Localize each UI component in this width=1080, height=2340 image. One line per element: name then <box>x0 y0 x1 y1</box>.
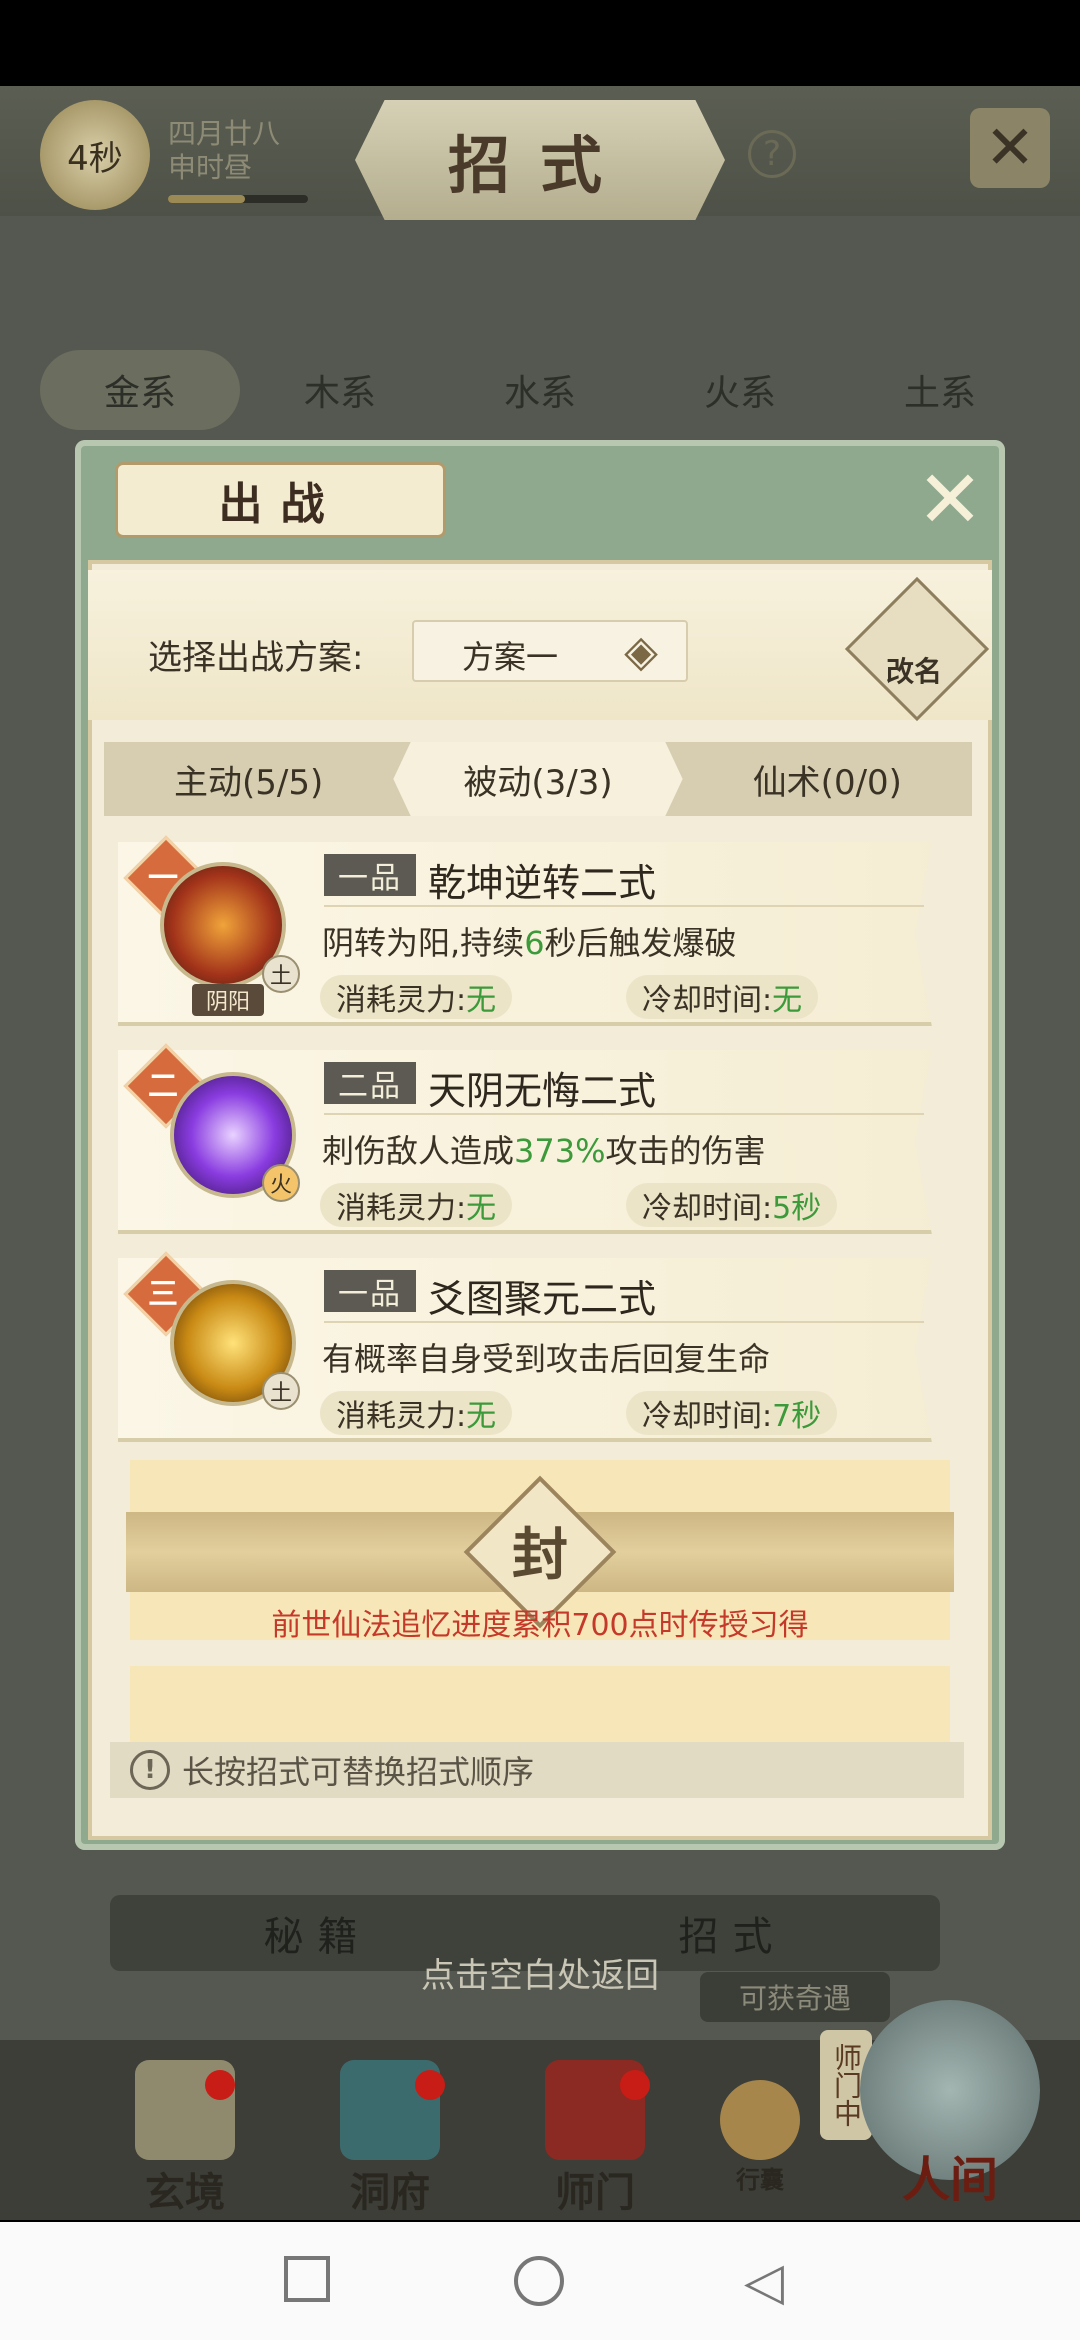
cost-value: 无 <box>466 1191 497 1226</box>
seal-unlock-note: 前世仙法追忆进度累积700点时传授习得 <box>271 1608 809 1643</box>
cooldown-label: 冷却时间: <box>642 983 773 1018</box>
nav-dongfu[interactable]: 洞府 <box>315 2060 465 2216</box>
cooldown-value: 5秒 <box>772 1191 822 1226</box>
tab-active-skills[interactable]: 主动(5/5) <box>104 742 393 816</box>
time-progress-fill <box>168 195 245 203</box>
chevron-down-icon[interactable]: ◈ <box>612 622 670 680</box>
skill-tabs: 主动(5/5) 被动(3/3) 仙术(0/0) <box>104 742 972 816</box>
skill-description: 刺伤敌人造成373%攻击的伤害 <box>322 1126 766 1172</box>
home-icon[interactable] <box>514 2256 564 2306</box>
grade-tag: 一品 <box>324 1270 416 1312</box>
nav-shimen[interactable]: 师门 <box>520 2060 670 2216</box>
tab-water[interactable]: 水系 <box>440 350 640 430</box>
skill-name: 乾坤逆转二式 <box>428 861 657 905</box>
time-progress-bar <box>168 195 308 203</box>
recents-icon[interactable] <box>284 2256 330 2302</box>
element-tabs: 金系 木系 水系 火系 土系 <box>40 350 1040 430</box>
desc-text: 有概率自身受到攻击后回复生命 <box>322 1340 771 1378</box>
cost-pill: 消耗灵力: 无 <box>320 975 513 1019</box>
sealed-slot-2 <box>130 1666 950 1746</box>
cost-value: 无 <box>466 1399 497 1434</box>
desc-text: 秒后触发爆破 <box>544 924 737 962</box>
skill-description: 有概率自身受到攻击后回复生命 <box>322 1334 770 1380</box>
cooldown-value: 无 <box>772 983 803 1018</box>
tab-passive-skills[interactable]: 被动(3/3) <box>393 742 683 816</box>
tab-wood[interactable]: 木系 <box>240 350 440 430</box>
cooldown-pill: 冷却时间: 无 <box>626 975 819 1019</box>
desc-highlight: 6 <box>524 924 545 962</box>
cost-pill: 消耗灵力: 无 <box>320 1183 513 1227</box>
cost-pill: 消耗灵力: 无 <box>320 1391 513 1435</box>
cooldown-value: 7秒 <box>772 1399 822 1434</box>
world-label: 人间 <box>901 2152 998 2208</box>
desc-highlight: 373% <box>514 1132 606 1170</box>
skill-name: 爻图聚元二式 <box>428 1277 657 1321</box>
cost-value: 无 <box>466 983 497 1018</box>
desc-text: 阴转为阳,持续 <box>322 924 525 962</box>
tab-earth[interactable]: 土系 <box>840 350 1040 430</box>
desc-text: 刺伤敌人造成 <box>322 1132 515 1170</box>
reorder-hint-bar: ! 长按招式可替换招式顺序 <box>110 1742 964 1798</box>
cost-label: 消耗灵力: <box>336 1399 467 1434</box>
notification-dot <box>620 2070 650 2100</box>
help-icon[interactable]: ? <box>748 130 796 178</box>
plan-select-value[interactable]: 方案一 <box>462 632 558 678</box>
cost-label: 消耗灵力: <box>336 1191 467 1226</box>
cooldown-pill: 冷却时间: 7秒 <box>626 1391 838 1435</box>
reorder-hint: 长按招式可替换招式顺序 <box>182 1753 535 1791</box>
cooldown-label: 冷却时间: <box>642 1399 773 1434</box>
close-icon[interactable]: ✕ <box>910 460 990 540</box>
desc-text: 攻击的伤害 <box>605 1132 766 1170</box>
chance-badge: 可获奇遇 <box>700 1972 890 2022</box>
divider <box>324 1321 924 1323</box>
element-badge: 土 <box>262 1372 300 1410</box>
yinyang-tag: 阴阳 <box>192 984 264 1016</box>
divider <box>324 905 924 907</box>
tap-to-return-hint[interactable]: 点击空白处返回 <box>0 1948 1080 1997</box>
nav-label: 行囊 <box>736 2165 784 2194</box>
nav-xingnang[interactable]: 行囊 <box>705 2060 815 2210</box>
grade-tag: 二品 <box>324 1062 416 1104</box>
tab-immortal-arts[interactable]: 仙术(0/0) <box>683 742 972 816</box>
notification-dot <box>415 2070 445 2100</box>
plan-label: 选择出战方案: <box>148 638 364 678</box>
nav-label: 玄境 <box>145 2169 225 2216</box>
back-icon[interactable]: ◁ <box>744 2256 784 2308</box>
tab-metal[interactable]: 金系 <box>40 350 240 430</box>
countdown-timer: 4秒 <box>40 100 150 210</box>
skill-name: 天阴无悔二式 <box>428 1069 657 1113</box>
page-title: 招式 <box>355 100 725 220</box>
rename-label[interactable]: 改名 <box>866 650 962 690</box>
cooldown-label: 冷却时间: <box>642 1191 773 1226</box>
cooldown-pill: 冷却时间: 5秒 <box>626 1183 838 1227</box>
info-icon: ! <box>130 1750 170 1790</box>
bag-icon <box>720 2080 800 2160</box>
nav-xuanjing[interactable]: 玄境 <box>110 2060 260 2216</box>
skill-description: 阴转为阳,持续6秒后触发爆破 <box>322 918 737 964</box>
tab-fire[interactable]: 火系 <box>640 350 840 430</box>
seal-glyph: 封 <box>512 1522 568 1588</box>
element-badge: 火 <box>262 1164 300 1202</box>
time-period: 申时昼 <box>168 151 253 184</box>
modal-title: 出战 <box>115 462 446 538</box>
cost-label: 消耗灵力: <box>336 983 467 1018</box>
divider <box>324 1113 924 1115</box>
grade-tag: 一品 <box>324 854 416 896</box>
notification-dot <box>205 2070 235 2100</box>
nav-label: 师门 <box>555 2169 635 2216</box>
nav-label: 洞府 <box>350 2169 430 2216</box>
element-badge: 土 <box>262 955 300 993</box>
close-icon[interactable]: ✕ <box>970 108 1050 188</box>
